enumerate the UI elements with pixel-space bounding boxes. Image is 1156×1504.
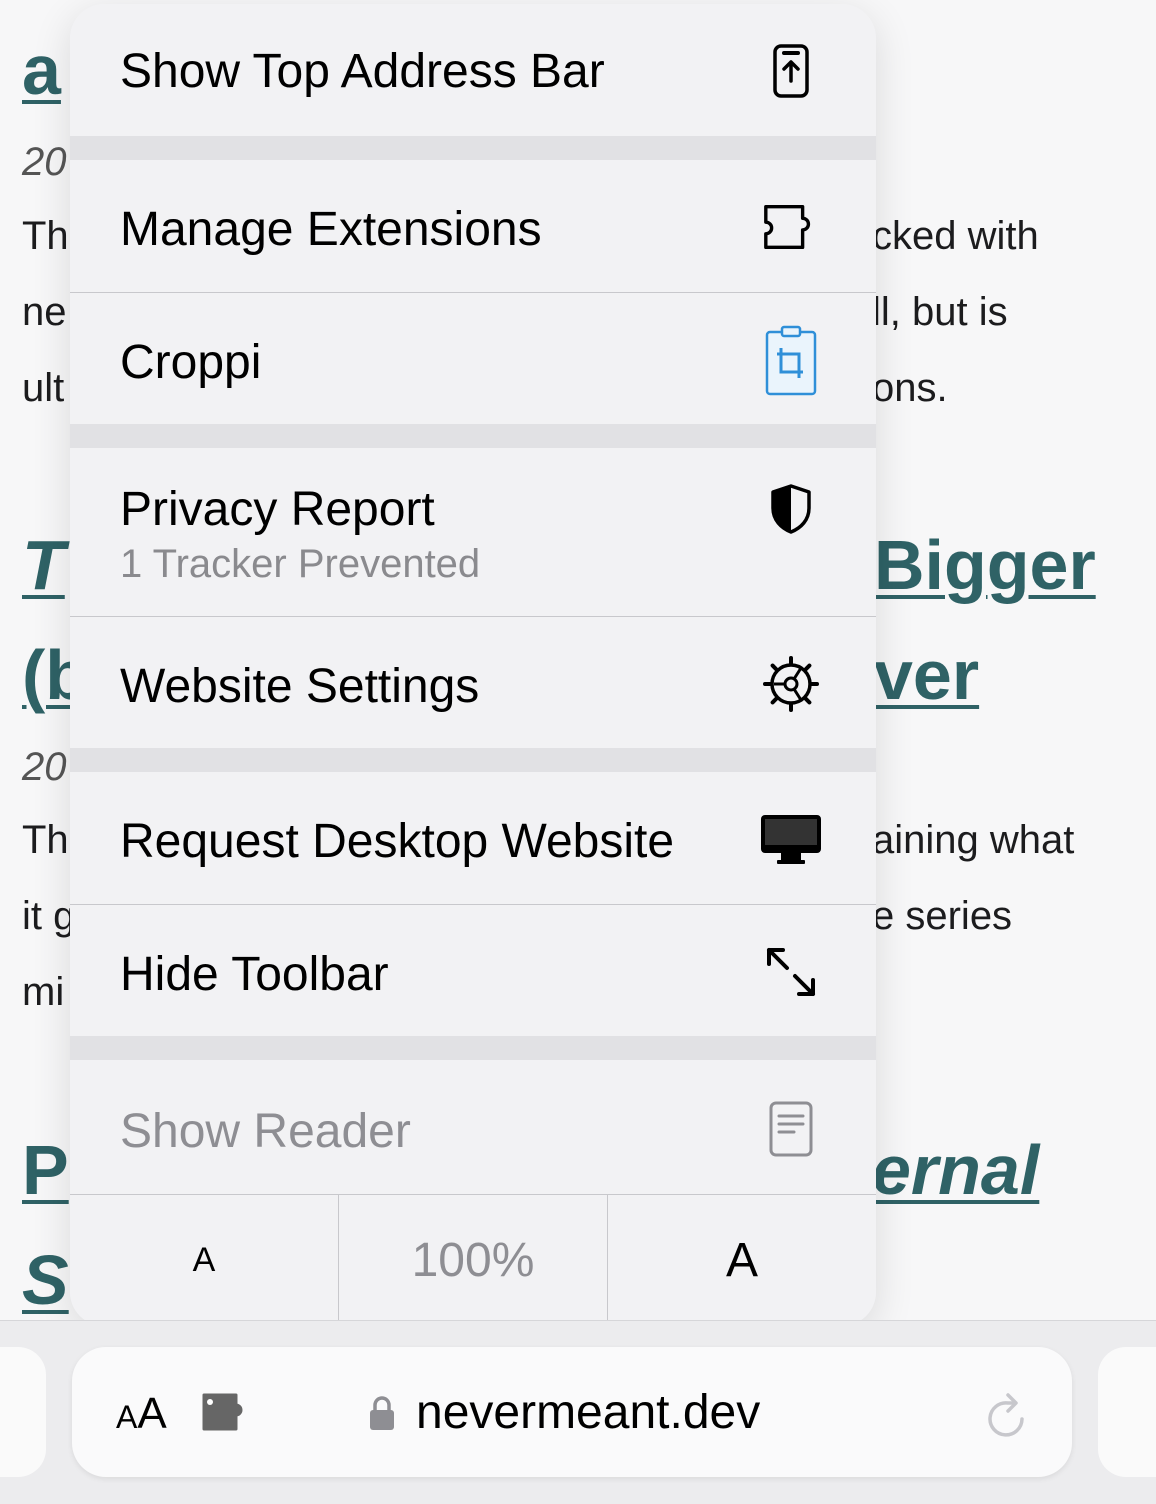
bottom-toolbar: AA nevermeant.dev [0, 1320, 1156, 1504]
lock-icon [368, 1395, 396, 1436]
zoom-level-button[interactable]: 100% [339, 1195, 608, 1326]
page-menu: Show Top Address Bar Manage Extensions C… [70, 4, 876, 1326]
show-reader-item: Show Reader [70, 1060, 876, 1194]
privacy-report-subtitle: 1 Tracker Prevented [120, 542, 481, 586]
address-bar[interactable]: AA nevermeant.dev [72, 1347, 1072, 1477]
section-gap [70, 136, 876, 160]
section-gap [70, 748, 876, 772]
privacy-report-label: Privacy Report [120, 483, 435, 536]
article-text: e series [872, 894, 1013, 938]
url-text: nevermeant.dev [416, 1386, 761, 1439]
show-reader-label: Show Reader [120, 1105, 411, 1158]
gear-icon [760, 653, 822, 715]
privacy-report-item[interactable]: Privacy Report 1 Tracker Prevented [70, 448, 876, 616]
article-text: mi [22, 970, 65, 1014]
website-settings-item[interactable]: Website Settings [70, 617, 876, 748]
desktop-monitor-icon [756, 808, 826, 870]
large-a-glyph: A [725, 1234, 758, 1287]
article-text: aining what [872, 818, 1075, 862]
article-text: cked with [872, 214, 1039, 258]
reload-icon[interactable] [982, 1389, 1032, 1448]
article-link[interactable]: ver [874, 635, 979, 715]
show-top-address-bar-label: Show Top Address Bar [120, 45, 605, 98]
expand-arrows-icon [760, 941, 822, 1003]
section-gap [70, 424, 876, 448]
croppi-extension-item[interactable]: Croppi [70, 293, 876, 424]
hide-toolbar-item[interactable]: Hide Toolbar [70, 905, 876, 1036]
article-text: ll, but is [872, 290, 1008, 334]
aa-small-glyph: A [116, 1399, 138, 1435]
manage-extensions-item[interactable]: Manage Extensions [70, 160, 876, 292]
aa-large-glyph: A [137, 1389, 167, 1438]
website-settings-label: Website Settings [120, 660, 480, 713]
zoom-level: 100% [411, 1234, 535, 1287]
article-link[interactable]: Bigger [874, 525, 1096, 605]
address-bar-top-icon [760, 40, 822, 102]
zoom-controls: A 100% A [70, 1194, 876, 1326]
article-text: Th [22, 214, 69, 258]
previous-tab-preview[interactable] [0, 1347, 46, 1477]
article-link[interactable]: ernal [872, 1130, 1039, 1210]
decrease-text-size-button[interactable]: A [70, 1195, 339, 1326]
extension-puzzle-icon[interactable] [200, 1391, 250, 1438]
hide-toolbar-label: Hide Toolbar [120, 948, 389, 1001]
article-text: Th [22, 818, 69, 862]
small-a-glyph: A [192, 1241, 216, 1279]
section-gap [70, 1036, 876, 1060]
article-link[interactable]: S [22, 1240, 69, 1320]
article-link[interactable]: a [22, 30, 61, 110]
manage-extensions-label: Manage Extensions [120, 203, 542, 256]
article-text: ne [22, 290, 67, 334]
reader-document-icon [760, 1098, 822, 1160]
next-tab-preview[interactable] [1098, 1347, 1156, 1477]
increase-text-size-button[interactable]: A [608, 1195, 876, 1326]
article-date: 20 [22, 140, 67, 184]
article-text: it g [22, 894, 76, 938]
request-desktop-website-item[interactable]: Request Desktop Website [70, 772, 876, 904]
show-top-address-bar-item[interactable]: Show Top Address Bar [70, 4, 876, 136]
shield-icon [760, 478, 822, 540]
article-date: 20 [22, 745, 67, 789]
article-link[interactable]: P [22, 1130, 69, 1210]
page-format-button[interactable]: AA [116, 1389, 167, 1439]
puzzle-piece-icon [760, 196, 822, 258]
article-link[interactable]: T [22, 525, 65, 605]
article-text: ons. [872, 366, 948, 410]
article-text: ult [22, 366, 65, 410]
croppi-label: Croppi [120, 336, 262, 389]
croppi-clipboard-icon [760, 323, 822, 399]
request-desktop-website-label: Request Desktop Website [120, 815, 675, 868]
